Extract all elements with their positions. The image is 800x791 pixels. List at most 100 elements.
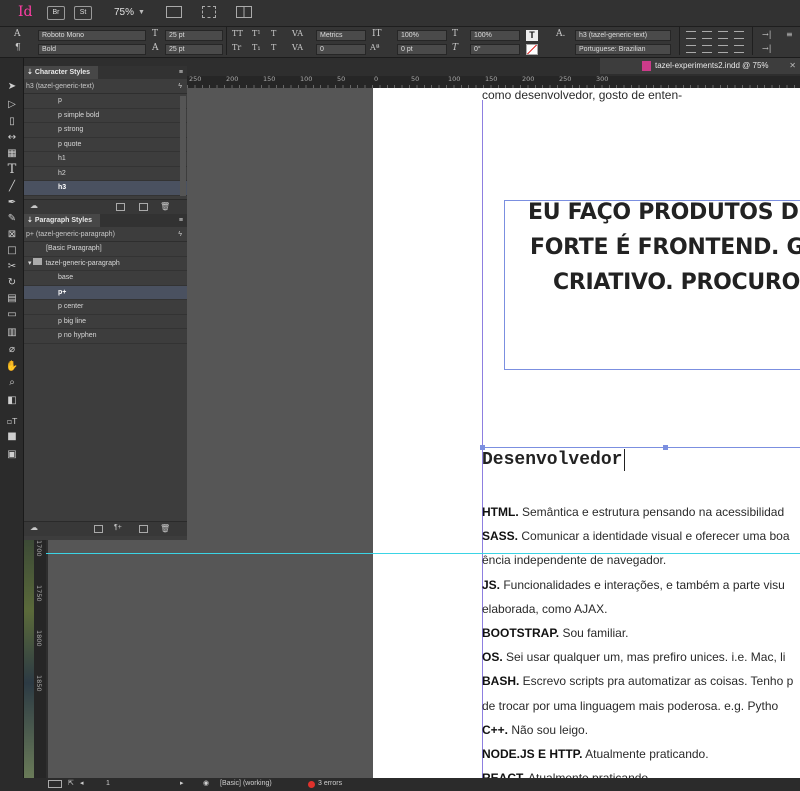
preflight-errors[interactable]: 3 errors bbox=[318, 780, 342, 787]
skew-field[interactable]: 0° bbox=[470, 44, 520, 55]
paragraph-style-item[interactable]: p big line bbox=[24, 315, 187, 329]
zoom-chevron-down-icon[interactable]: ▼ bbox=[138, 9, 145, 16]
stock-button[interactable]: St bbox=[74, 6, 92, 20]
align-right-icon[interactable] bbox=[718, 31, 728, 39]
superscript-button[interactable]: T¹ bbox=[252, 29, 261, 38]
paragraph-style-item[interactable]: base bbox=[24, 271, 187, 286]
scissors-tool-icon[interactable]: ✂ bbox=[4, 260, 20, 274]
leading-field[interactable]: 25 pt bbox=[165, 44, 223, 55]
new-group-icon[interactable] bbox=[94, 525, 103, 533]
screen-mode-tool-icon[interactable]: ▣ bbox=[4, 448, 20, 462]
character-style-item[interactable]: h3 bbox=[24, 181, 187, 196]
fill-text-icon[interactable]: T bbox=[526, 30, 538, 41]
apply-color-icon[interactable]: ■ bbox=[4, 430, 20, 444]
close-tab-icon[interactable]: ✕ bbox=[789, 58, 796, 74]
character-styles-tab[interactable]: ⇣ Character Styles ≡ bbox=[24, 66, 187, 79]
font-family-field[interactable]: Roboto Mono bbox=[38, 30, 146, 41]
new-group-icon[interactable] bbox=[116, 203, 125, 211]
horizontal-scale-field[interactable]: 100% bbox=[470, 30, 520, 41]
bridge-button[interactable]: Br bbox=[47, 6, 65, 20]
selection-tool-icon[interactable]: ➤ bbox=[4, 80, 20, 94]
tracking-field[interactable]: 0 bbox=[316, 44, 366, 55]
stroke-none-icon[interactable] bbox=[526, 44, 538, 55]
document-page[interactable]: como desenvolvedor, gosto de enten- EU F… bbox=[373, 88, 800, 785]
cloud-icon[interactable]: ☁ bbox=[30, 523, 38, 532]
lightning-icon[interactable]: ϟ bbox=[178, 79, 182, 94]
font-size-field[interactable]: 25 pt bbox=[165, 30, 223, 41]
character-style-item[interactable]: h2 bbox=[24, 167, 187, 181]
justify-left-icon[interactable] bbox=[686, 45, 696, 53]
paragraph-styles-tab[interactable]: ⇣ Paragraph Styles ≡ bbox=[24, 214, 187, 227]
character-style-item[interactable]: p strong bbox=[24, 123, 187, 138]
character-style-field[interactable]: h3 (tazel-generic-text) bbox=[575, 30, 671, 41]
guide-line[interactable] bbox=[46, 553, 800, 554]
direct-selection-tool-icon[interactable]: ▷ bbox=[4, 98, 20, 112]
subscript-button[interactable]: T₁ bbox=[252, 43, 261, 52]
arrange-documents-icon[interactable] bbox=[236, 6, 252, 18]
pencil-tool-icon[interactable]: ✎ bbox=[4, 212, 20, 226]
panel-menu-icon[interactable]: ≡ bbox=[179, 66, 183, 79]
language-field[interactable]: Portuguese: Brazilian bbox=[575, 44, 671, 55]
panel-menu-icon[interactable]: ≡ bbox=[179, 214, 183, 227]
character-style-item[interactable]: p bbox=[24, 94, 187, 109]
preflight-icon[interactable]: ◉ bbox=[203, 779, 209, 787]
indent-first-icon[interactable]: →| bbox=[762, 44, 771, 53]
gap-tool-icon[interactable]: ↔ bbox=[4, 131, 20, 145]
align-center-icon[interactable] bbox=[702, 31, 712, 39]
screen-mode-icon[interactable] bbox=[202, 6, 216, 18]
next-page-icon[interactable]: ▸ bbox=[180, 779, 184, 787]
align-towards-spine-icon[interactable] bbox=[734, 31, 744, 39]
character-style-item[interactable]: p simple bold bbox=[24, 109, 187, 123]
vertical-scale-field[interactable]: 100% bbox=[397, 30, 447, 41]
free-transform-tool-icon[interactable]: ↻ bbox=[4, 276, 20, 290]
baseline-shift-field[interactable]: 0 pt bbox=[397, 44, 447, 55]
underline-button[interactable]: T bbox=[271, 29, 276, 38]
justify-right-icon[interactable] bbox=[718, 45, 728, 53]
view-options-icon[interactable] bbox=[166, 6, 182, 18]
align-left-icon[interactable] bbox=[686, 31, 696, 39]
character-style-item[interactable]: p quote bbox=[24, 138, 187, 152]
strikethrough-button[interactable]: T bbox=[271, 43, 276, 52]
rectangle-frame-tool-icon[interactable]: ⊠ bbox=[4, 228, 20, 242]
frame-handle[interactable] bbox=[663, 445, 668, 450]
note-tool-icon[interactable]: ▭ bbox=[4, 308, 20, 322]
paragraph-mode-icon[interactable]: ¶ bbox=[15, 43, 21, 53]
clear-overrides-icon[interactable]: ¶+ bbox=[114, 524, 122, 531]
paragraph-style-item[interactable]: p center bbox=[24, 300, 187, 315]
character-mode-icon[interactable]: A bbox=[14, 29, 21, 39]
kerning-field[interactable]: Metrics bbox=[316, 30, 366, 41]
fill-stroke-icon[interactable]: ◧ bbox=[4, 394, 20, 408]
new-style-icon[interactable] bbox=[139, 203, 148, 211]
page-number[interactable]: 1 bbox=[106, 780, 110, 787]
color-theme-tool-icon[interactable]: ▥ bbox=[4, 326, 20, 340]
font-style-field[interactable]: Bold bbox=[38, 44, 146, 55]
delete-icon[interactable]: 🗑 bbox=[160, 202, 170, 211]
indent-right-icon[interactable]: ≡ bbox=[786, 30, 793, 39]
small-caps-button[interactable]: Tr bbox=[232, 43, 241, 52]
open-page-icon[interactable]: ⇱ bbox=[68, 779, 74, 787]
lightning-icon[interactable]: ϟ bbox=[178, 227, 182, 242]
working-profile[interactable]: [Basic] (working) bbox=[220, 780, 272, 787]
document-tab[interactable]: tazel-experiments2.indd @ 75% ✕ bbox=[600, 58, 800, 74]
hand-tool-icon[interactable]: ✋ bbox=[4, 360, 20, 374]
paragraph-style-item[interactable]: p+ bbox=[24, 285, 187, 300]
previous-page-icon[interactable]: ◂ bbox=[80, 779, 84, 787]
style-group-item[interactable]: ▾ tazel-generic-paragraph bbox=[24, 257, 187, 271]
rectangle-tool-icon[interactable]: □ bbox=[4, 244, 20, 258]
new-style-icon[interactable] bbox=[139, 525, 148, 533]
line-tool-icon[interactable]: ╱ bbox=[4, 180, 20, 194]
gradient-swatch-tool-icon[interactable]: ▤ bbox=[4, 292, 20, 306]
formatting-container-icon[interactable]: ▫T bbox=[4, 415, 20, 429]
paragraph-style-item[interactable]: p no hyphen bbox=[24, 329, 187, 344]
type-tool-icon[interactable]: T bbox=[4, 163, 20, 177]
delete-icon[interactable]: 🗑 bbox=[160, 524, 170, 533]
zoom-tool-icon[interactable]: ⌕ bbox=[4, 376, 20, 390]
page-tool-icon[interactable]: ▯ bbox=[4, 115, 20, 129]
scrollbar[interactable] bbox=[180, 96, 186, 196]
eyedropper-tool-icon[interactable]: ⌀ bbox=[4, 343, 20, 357]
indent-left-icon[interactable]: →| bbox=[762, 30, 771, 39]
content-collector-icon[interactable]: ▦ bbox=[4, 147, 20, 161]
character-style-item[interactable]: h1 bbox=[24, 152, 187, 167]
cloud-icon[interactable]: ☁ bbox=[30, 201, 38, 210]
zoom-level[interactable]: 75% bbox=[114, 7, 134, 18]
